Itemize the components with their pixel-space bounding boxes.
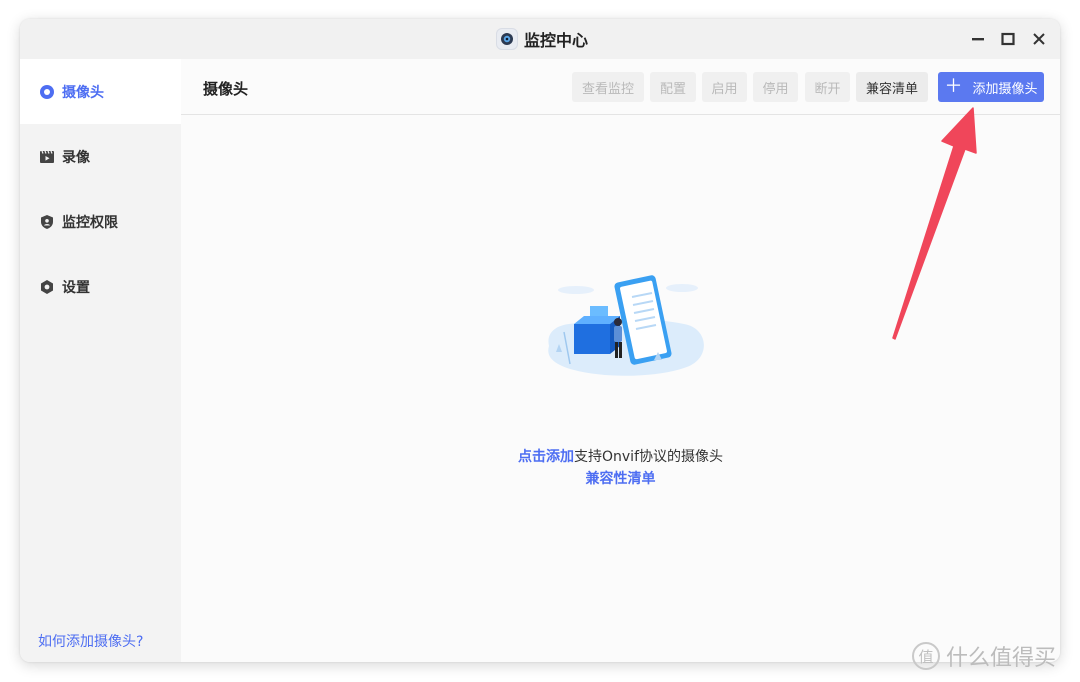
compat-list-link[interactable]: 兼容性清单 bbox=[181, 468, 1060, 488]
add-camera-label: 添加摄像头 bbox=[972, 81, 1038, 97]
sidebar-item-label: 监控权限 bbox=[62, 214, 118, 231]
sidebar-item-camera[interactable]: 摄像头 bbox=[20, 59, 181, 124]
page-title: 摄像头 bbox=[203, 80, 249, 98]
help-link[interactable]: 如何添加摄像头? bbox=[38, 631, 143, 651]
watermark-logo-icon: 值 bbox=[912, 642, 940, 670]
empty-state-description: 支持Onvif协议的摄像头 bbox=[574, 449, 723, 465]
view-monitor-button[interactable]: 查看监控 bbox=[572, 72, 644, 102]
shield-user-icon bbox=[41, 214, 53, 229]
maximize-button[interactable] bbox=[998, 29, 1018, 49]
window-title: 监控中心 bbox=[524, 31, 589, 50]
add-camera-button[interactable]: ＋ 添加摄像头 bbox=[938, 72, 1044, 102]
app-window: 监控中心 摄像头 录像 监控权限 设置 如何添加摄像头? 摄像头 查看监控 配置… bbox=[20, 19, 1060, 662]
click-add-link[interactable]: 点击添加 bbox=[518, 449, 574, 465]
configure-button[interactable]: 配置 bbox=[650, 72, 696, 102]
disable-button[interactable]: 停用 bbox=[753, 72, 798, 102]
video-icon bbox=[40, 150, 54, 163]
sidebar-item-recording[interactable]: 录像 bbox=[20, 124, 181, 189]
camera-icon bbox=[40, 84, 54, 99]
close-icon bbox=[1033, 33, 1045, 45]
sidebar-item-label: 录像 bbox=[62, 149, 90, 166]
toolbar: 摄像头 查看监控 配置 启用 停用 断开 兼容清单 ＋ 添加摄像头 bbox=[181, 59, 1060, 115]
title-bar: 监控中心 bbox=[20, 19, 1060, 59]
compat-list-button[interactable]: 兼容清单 bbox=[856, 72, 928, 102]
empty-state-illustration bbox=[548, 275, 704, 376]
maximize-icon bbox=[1001, 32, 1015, 46]
plus-icon: ＋ bbox=[944, 76, 963, 97]
watermark-text: 什么值得买 bbox=[946, 646, 1057, 671]
watermark: 值 什么值得买 bbox=[912, 640, 1056, 672]
sidebar-item-label: 设置 bbox=[62, 279, 90, 296]
close-button[interactable] bbox=[1029, 29, 1049, 49]
sidebar-item-settings[interactable]: 设置 bbox=[20, 254, 181, 319]
sidebar-item-label: 摄像头 bbox=[62, 84, 104, 101]
app-logo-icon bbox=[496, 28, 518, 50]
gear-icon bbox=[41, 279, 53, 294]
sidebar-item-permissions[interactable]: 监控权限 bbox=[20, 189, 181, 254]
minimize-button[interactable] bbox=[968, 29, 988, 49]
empty-state-text: 点击添加支持Onvif协议的摄像头 bbox=[181, 446, 1060, 466]
enable-button[interactable]: 启用 bbox=[702, 72, 747, 102]
main-panel: 摄像头 查看监控 配置 启用 停用 断开 兼容清单 ＋ 添加摄像头 点击添加支持… bbox=[181, 59, 1060, 662]
disconnect-button[interactable]: 断开 bbox=[805, 72, 850, 102]
sidebar: 摄像头 录像 监控权限 设置 如何添加摄像头? bbox=[20, 59, 181, 662]
title-group: 监控中心 bbox=[496, 26, 588, 52]
minimize-icon bbox=[972, 38, 984, 41]
